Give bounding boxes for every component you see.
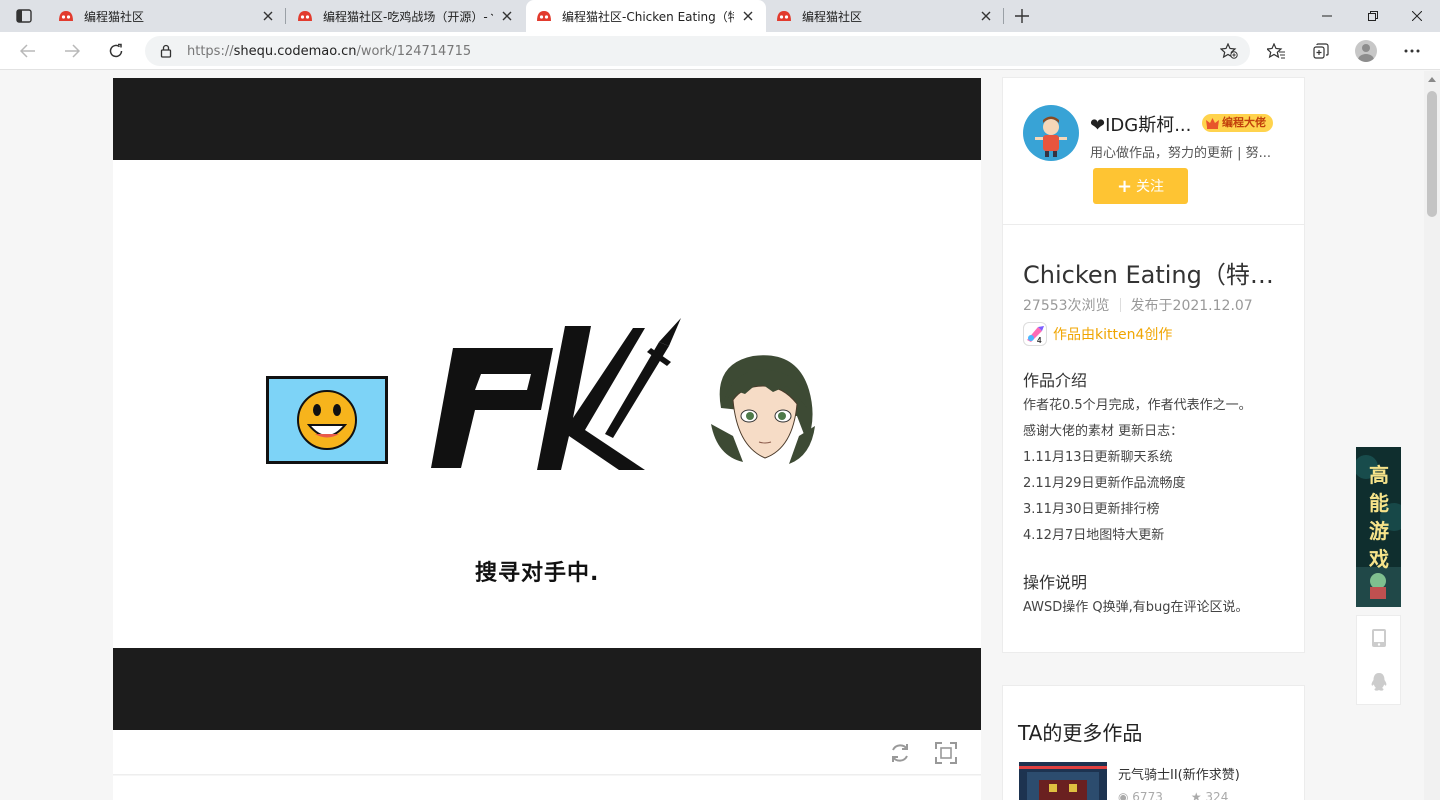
- work-title: Chicken Eating（特大...: [1023, 261, 1293, 289]
- page-content: 搜寻对手中. ❤IDG斯柯... 编程大佬 用心做作品，努力的更新 | 努...…: [0, 71, 1424, 800]
- smiley-face-icon: [297, 390, 357, 450]
- stage-letterbox-bottom: [113, 648, 981, 730]
- svg-text:4: 4: [1037, 336, 1042, 345]
- tab-2[interactable]: 编程猫社区-吃鸡战场（开源）-丶: [287, 0, 525, 32]
- author-avatar[interactable]: [1023, 105, 1079, 161]
- minimize-icon[interactable]: [1304, 0, 1350, 32]
- author-name[interactable]: ❤IDG斯柯...: [1090, 111, 1191, 137]
- ops-text: AWSD操作 Q换弹,有bug在评论区说。: [1023, 600, 1249, 615]
- author-level-badge: 编程大佬: [1202, 114, 1273, 132]
- address-bar[interactable]: https://shequ.codemao.cn/work/124714715: [145, 36, 1250, 66]
- profile-avatar[interactable]: [1351, 36, 1381, 66]
- tab-title: 编程猫社区-吃鸡战场（开源）-丶: [323, 9, 493, 24]
- more-work-name[interactable]: 元气骑士II(新作求赞): [1118, 764, 1240, 783]
- intro-line: 作者花0.5个月完成，作者代表作之一。: [1023, 398, 1252, 413]
- work-info-card: Chicken Eating（特大... 27553次浏览 发布于2021.12…: [1002, 225, 1305, 653]
- author-bio: 用心做作品，努力的更新 | 努...: [1090, 146, 1272, 161]
- pk-logo: [431, 318, 681, 470]
- plus-icon: +: [1116, 175, 1133, 197]
- made-with-kitten4[interactable]: 4 作品由kitten4创作: [1023, 322, 1172, 346]
- ops-title: 操作说明: [1023, 573, 1088, 592]
- searching-opponent-text: 搜寻对手中.: [475, 561, 600, 586]
- more-works-title: TA的更多作品: [1018, 721, 1143, 745]
- tab-title: 编程猫社区-Chicken Eating（特大: [562, 9, 734, 24]
- close-icon[interactable]: [260, 8, 276, 24]
- refresh-icon[interactable]: [101, 36, 131, 66]
- collections-icon[interactable]: [1306, 36, 1336, 66]
- codemao-favicon-icon: [59, 11, 73, 21]
- close-icon[interactable]: [740, 8, 756, 24]
- close-icon[interactable]: [978, 8, 994, 24]
- stage-footer-area: [113, 776, 981, 800]
- intro-line: 3.11月30日更新排行榜: [1023, 502, 1160, 517]
- kitten4-icon: 4: [1023, 322, 1047, 346]
- floating-actions: [1356, 615, 1401, 705]
- more-work-stats: ◉ 6773 ★ 324: [1118, 790, 1228, 800]
- tab-title: 编程猫社区: [802, 9, 863, 24]
- back-icon[interactable]: [13, 36, 43, 66]
- close-icon[interactable]: [499, 8, 515, 24]
- tab-3-active[interactable]: 编程猫社区-Chicken Eating（特大: [526, 0, 766, 32]
- tab-strip: 编程猫社区 编程猫社区-吃鸡战场（开源）-丶 编程猫社区-Chicken Eat…: [0, 0, 1440, 32]
- scroll-up-icon[interactable]: [1428, 77, 1436, 82]
- scrollbar-thumb[interactable]: [1427, 91, 1437, 217]
- view-count: 27553次浏览: [1023, 298, 1110, 314]
- anime-character-head: [711, 355, 815, 464]
- intro-line: 4.12月7日地图特大更新: [1023, 528, 1165, 543]
- follow-button[interactable]: + 关注: [1093, 168, 1188, 204]
- forward-icon[interactable]: [57, 36, 87, 66]
- add-favorite-icon[interactable]: [1219, 42, 1238, 63]
- mobile-qr-icon[interactable]: [1357, 616, 1400, 660]
- settings-more-icon[interactable]: [1397, 36, 1427, 66]
- lock-icon: [160, 44, 172, 58]
- tab-4[interactable]: 编程猫社区: [766, 0, 1004, 32]
- tab-actions-icon[interactable]: [10, 6, 38, 26]
- intro-line: 1.11月13日更新聊天系统: [1023, 450, 1173, 465]
- more-works-card: TA的更多作品 元气骑士II(新作求赞) ◉ 6773 ★ 324: [1002, 685, 1305, 800]
- publish-date: 发布于2021.12.07: [1130, 298, 1253, 314]
- author-card: ❤IDG斯柯... 编程大佬 用心做作品，努力的更新 | 努... + 关注: [1002, 77, 1305, 225]
- player-card: [266, 376, 388, 464]
- favorites-icon[interactable]: [1261, 36, 1291, 66]
- stage-controls: [113, 730, 981, 775]
- intro-text: 作者花0.5个月完成，作者代表作之一。 感谢大佬的素材 更新日志： 1.11月1…: [1023, 393, 1252, 549]
- game-canvas[interactable]: 搜寻对手中.: [113, 160, 981, 648]
- fullscreen-icon[interactable]: [934, 741, 958, 765]
- window-close-icon[interactable]: [1394, 0, 1440, 32]
- tab-1[interactable]: 编程猫社区: [48, 0, 286, 32]
- eye-icon: ◉ 6773: [1118, 790, 1163, 800]
- like-icon: ★ 324: [1190, 790, 1229, 800]
- intro-line: 感谢大佬的素材 更新日志：: [1023, 424, 1184, 439]
- side-ad-banner[interactable]: 高能游戏: [1356, 447, 1401, 607]
- restore-icon[interactable]: [1350, 0, 1396, 32]
- page-scrollbar[interactable]: [1424, 71, 1440, 800]
- codemao-favicon-icon: [298, 11, 312, 21]
- qq-icon[interactable]: [1357, 660, 1400, 704]
- more-work-thumbnail[interactable]: [1019, 762, 1107, 800]
- codemao-favicon-icon: [777, 11, 791, 21]
- url-text: https://shequ.codemao.cn/work/124714715: [187, 43, 472, 59]
- crown-icon: [1206, 118, 1219, 129]
- restart-icon[interactable]: [888, 741, 912, 765]
- work-meta: 27553次浏览 发布于2021.12.07: [1023, 295, 1253, 315]
- intro-title: 作品介绍: [1023, 371, 1088, 390]
- codemao-favicon-icon: [537, 11, 551, 21]
- browser-toolbar: https://shequ.codemao.cn/work/124714715: [0, 32, 1440, 70]
- tab-title: 编程猫社区: [84, 9, 145, 24]
- intro-line: 2.11月29日更新作品流畅度: [1023, 476, 1186, 491]
- new-tab-icon[interactable]: [1010, 4, 1034, 28]
- ad-text: 高能游戏: [1369, 463, 1389, 571]
- stage-letterbox-top: [113, 78, 981, 160]
- game-stage[interactable]: 搜寻对手中.: [113, 78, 981, 730]
